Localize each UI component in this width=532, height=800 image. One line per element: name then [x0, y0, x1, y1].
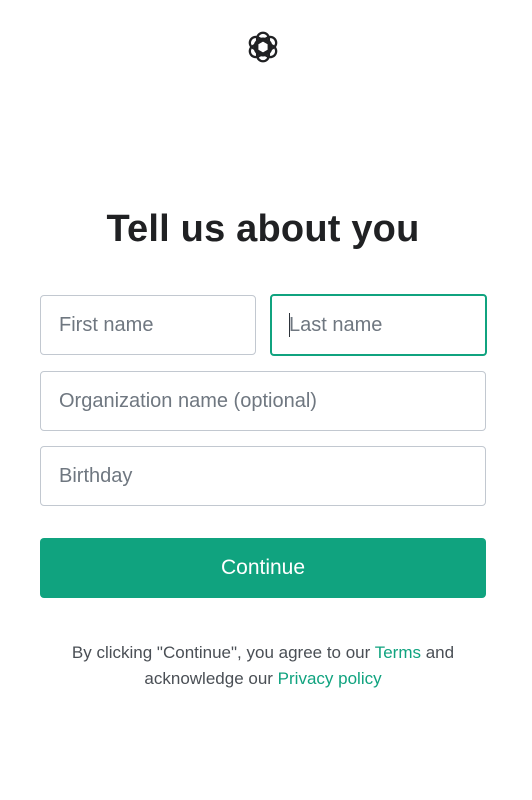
- legal-notice: By clicking "Continue", you agree to our…: [30, 640, 496, 692]
- last-name-input[interactable]: [270, 294, 487, 356]
- page-title: Tell us about you: [106, 208, 420, 250]
- text-caret: [289, 313, 290, 337]
- terms-link[interactable]: Terms: [375, 643, 421, 662]
- first-name-input[interactable]: [40, 295, 256, 355]
- organization-name-input[interactable]: [40, 371, 486, 431]
- continue-button[interactable]: Continue: [40, 538, 486, 598]
- privacy-policy-link[interactable]: Privacy policy: [278, 669, 382, 688]
- birthday-input[interactable]: [40, 446, 486, 506]
- openai-logo-icon: [242, 26, 284, 68]
- legal-prefix: By clicking "Continue", you agree to our: [71, 643, 375, 662]
